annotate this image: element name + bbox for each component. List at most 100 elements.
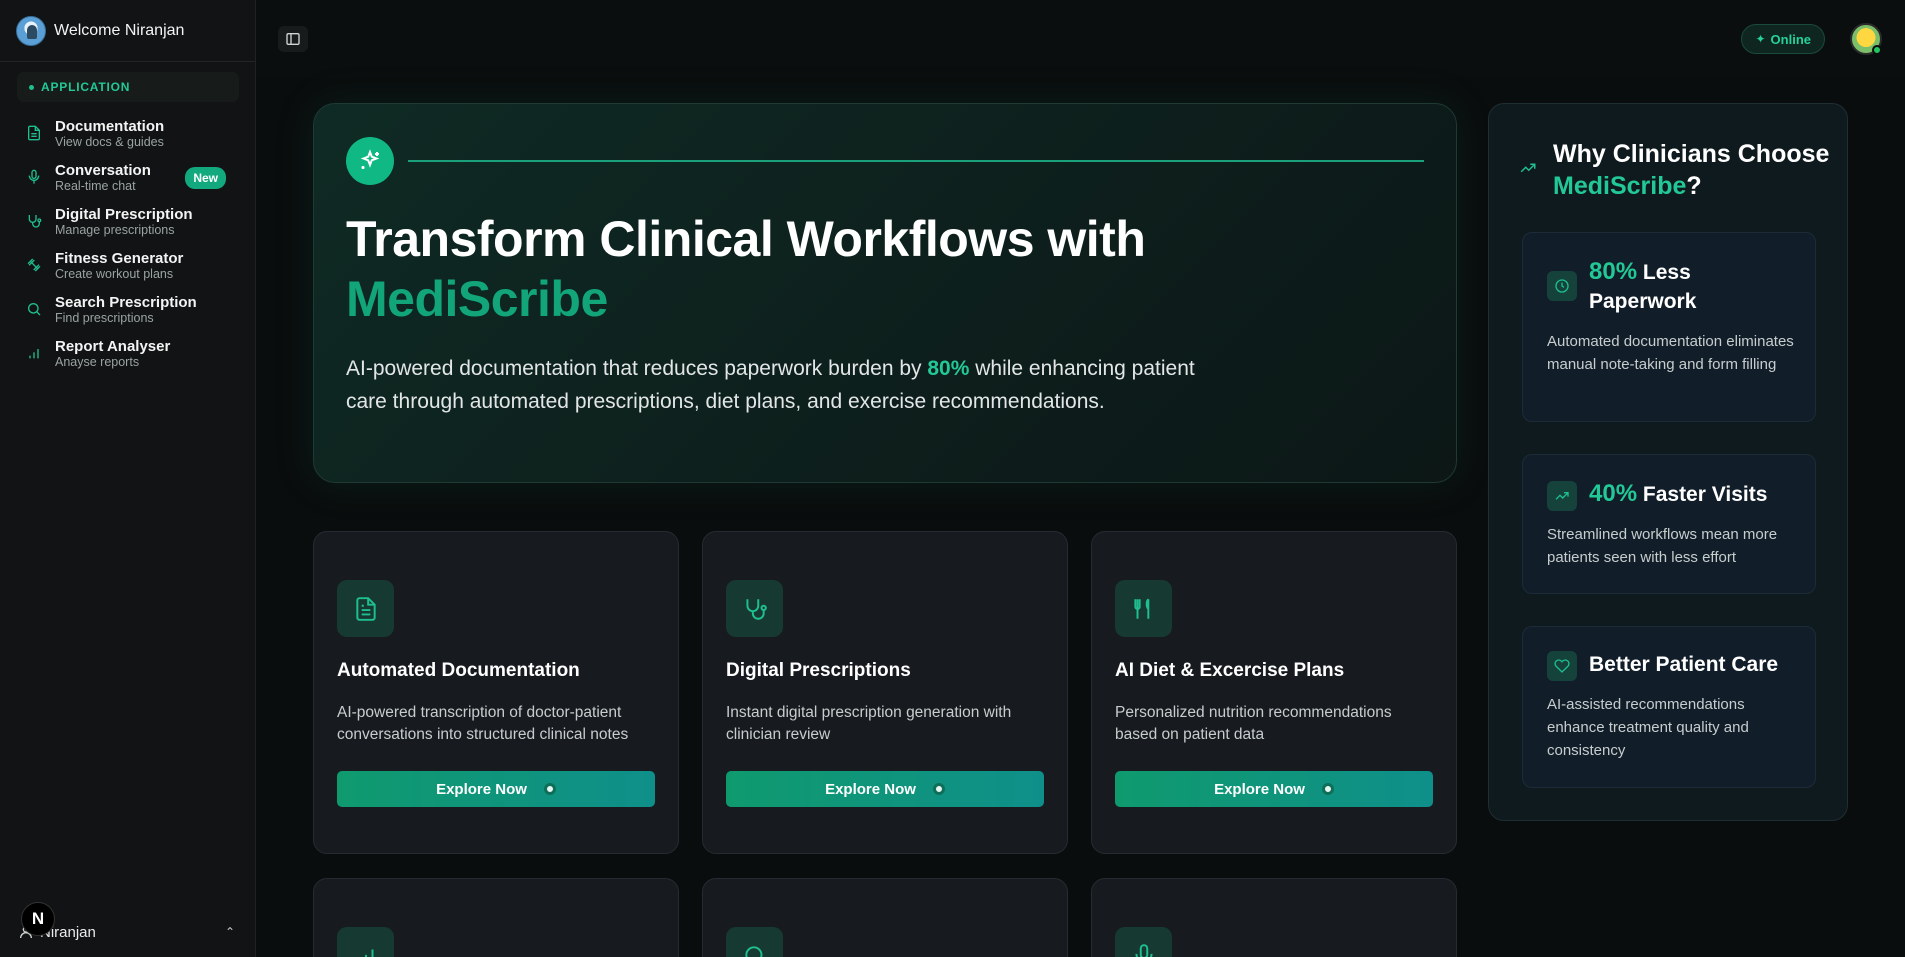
file-text-icon	[26, 125, 44, 143]
stat-card-paperwork: 80% Less Paperwork Automated documentati…	[1522, 232, 1816, 422]
hero-title-line: Transform Clinical Workflows with	[346, 211, 1146, 267]
sidebar-nav: Documentation View docs & guides Convers…	[0, 112, 255, 376]
radio-dot-icon	[1321, 783, 1334, 795]
sidebar-item-text: Digital Prescription Manage prescription…	[55, 206, 193, 238]
bar-chart-icon	[26, 345, 44, 363]
sidebar: Welcome Niranjan APPLICATION Documentati…	[0, 0, 256, 957]
radio-dot-icon	[932, 783, 945, 795]
search-icon	[726, 927, 783, 957]
sidebar-item-subtitle: Create workout plans	[55, 267, 174, 282]
clock-icon	[1547, 271, 1577, 301]
stat-heading: 80% Less Paperwork	[1589, 257, 1789, 316]
online-dot-icon	[1872, 45, 1882, 55]
why-title-brand: MediScribe	[1553, 172, 1687, 200]
sidebar-item-subtitle: Anayse reports	[55, 355, 140, 370]
sidebar-item-fitness-generator[interactable]: Fitness Generator Create workout plans	[0, 244, 255, 288]
section-label: APPLICATION	[17, 72, 239, 102]
stat-heading-text: Faster Visits	[1637, 483, 1768, 506]
why-title-text: Why Clinicians Choose	[1553, 140, 1830, 168]
microphone-icon	[26, 169, 44, 187]
sidebar-item-title: Documentation	[55, 118, 165, 136]
utensils-icon	[1115, 580, 1172, 637]
feature-card-partial	[1091, 878, 1457, 957]
search-icon	[26, 301, 44, 319]
explore-button-label: Explore Now	[1214, 780, 1305, 798]
panel-left-icon	[286, 33, 300, 45]
hero-title: Transform Clinical Workflows with MediSc…	[346, 209, 1146, 329]
sidebar-item-text: Search Prescription Find prescriptions	[55, 294, 197, 326]
online-status-text: Online	[1770, 31, 1811, 47]
chevron-up-icon: ⌃	[224, 925, 235, 939]
feature-description: AI-powered transcription of doctor-patie…	[337, 704, 629, 743]
stat-description: AI-assisted recommendations enhance trea…	[1547, 696, 1749, 759]
explore-now-button[interactable]: Explore Now	[337, 771, 655, 807]
trend-up-icon	[1547, 481, 1577, 511]
radio-dot-icon	[543, 783, 556, 795]
hero-section: Transform Clinical Workflows with MediSc…	[313, 103, 1457, 483]
sidebar-item-title: Fitness Generator	[55, 250, 184, 268]
stat-heading: 40% Faster Visits	[1589, 479, 1809, 509]
feature-title: AI Diet & Excercise Plans	[1115, 660, 1345, 681]
hero-description: AI-powered documentation that reduces pa…	[346, 352, 1206, 418]
feature-title: Automated Documentation	[337, 660, 580, 681]
sidebar-item-text: Fitness Generator Create workout plans	[55, 250, 183, 282]
feature-description: Instant digital prescription generation …	[726, 704, 1012, 743]
stat-description: Streamlined workflows mean more patients…	[1547, 526, 1778, 566]
stat-percent: 80%	[1589, 258, 1638, 285]
explore-now-button[interactable]: Explore Now	[1115, 771, 1433, 807]
sidebar-item-subtitle: Manage prescriptions	[55, 223, 175, 238]
stat-card-patient-care: Better Patient Care AI-assisted recommen…	[1522, 626, 1816, 788]
profile-avatar[interactable]	[1850, 23, 1882, 55]
hero-divider	[408, 160, 1424, 162]
sidebar-item-search-prescription[interactable]: Search Prescription Find prescriptions	[0, 288, 255, 332]
stat-heading-text: Better Patient Care	[1589, 653, 1779, 676]
section-dot-icon	[29, 84, 34, 90]
sidebar-item-title: Conversation	[55, 162, 151, 180]
sidebar-item-documentation[interactable]: Documentation View docs & guides	[0, 112, 255, 156]
explore-now-button[interactable]: Explore Now	[726, 771, 1044, 807]
why-title-end: ?	[1686, 172, 1702, 200]
stat-heading: Better Patient Care	[1589, 650, 1809, 679]
sidebar-item-conversation[interactable]: Conversation Real-time chat New	[0, 156, 255, 200]
n-badge[interactable]: N	[21, 902, 55, 936]
dumbbell-icon	[26, 257, 44, 275]
sidebar-item-title: Search Prescription	[55, 294, 197, 312]
new-badge: New	[185, 167, 226, 189]
sidebar-item-text: Documentation View docs & guides	[55, 118, 164, 150]
sidebar-item-report-analyser[interactable]: Report Analyser Anayse reports	[0, 332, 255, 376]
sidebar-item-subtitle: View docs & guides	[55, 135, 164, 150]
microphone-icon	[1115, 927, 1172, 957]
feature-description: Personalized nutrition recommendations b…	[1115, 704, 1392, 743]
feature-title: Digital Prescriptions	[726, 660, 911, 681]
stethoscope-icon	[726, 580, 783, 637]
sidebar-item-text: Report Analyser Anayse reports	[55, 338, 170, 370]
feature-card-documentation: Automated Documentation AI-powered trans…	[313, 531, 679, 854]
why-clinicians-panel: Why Clinicians Choose MediScribe? 80% Le…	[1488, 103, 1848, 821]
sidebar-item-digital-prescription[interactable]: Digital Prescription Manage prescription…	[0, 200, 255, 244]
feature-card-diet-plans: AI Diet & Excercise Plans Personalized n…	[1091, 531, 1457, 854]
hero-desc-highlight: 80%	[927, 357, 970, 380]
sidebar-item-title: Digital Prescription	[55, 206, 193, 224]
section-label-text: APPLICATION	[41, 80, 131, 94]
sidebar-item-title: Report Analyser	[55, 338, 171, 356]
feature-card-partial	[313, 878, 679, 957]
sidebar-item-text: Conversation Real-time chat	[55, 162, 151, 194]
sidebar-item-subtitle: Real-time chat	[55, 179, 136, 194]
feature-card-prescriptions: Digital Prescriptions Instant digital pr…	[702, 531, 1068, 854]
sparkles-icon	[346, 137, 394, 185]
avatar[interactable]	[16, 15, 46, 46]
trending-up-icon	[1519, 159, 1537, 182]
feature-card-partial	[702, 878, 1068, 957]
welcome-text: Welcome Niranjan	[54, 21, 185, 39]
stat-percent: 40%	[1589, 480, 1638, 507]
bar-chart-icon	[337, 927, 394, 957]
sparkles-icon: ✦	[1755, 32, 1766, 46]
topbar: ✦ Online	[256, 0, 1905, 78]
sidebar-toggle-button[interactable]	[278, 26, 308, 52]
sidebar-header: Welcome Niranjan	[0, 0, 255, 62]
explore-button-label: Explore Now	[825, 780, 916, 798]
stat-card-faster-visits: 40% Faster Visits Streamlined workflows …	[1522, 454, 1816, 594]
hero-desc-start: AI-powered documentation that reduces pa…	[346, 357, 928, 380]
stethoscope-icon	[26, 213, 44, 231]
online-status-badge: ✦ Online	[1741, 24, 1825, 54]
